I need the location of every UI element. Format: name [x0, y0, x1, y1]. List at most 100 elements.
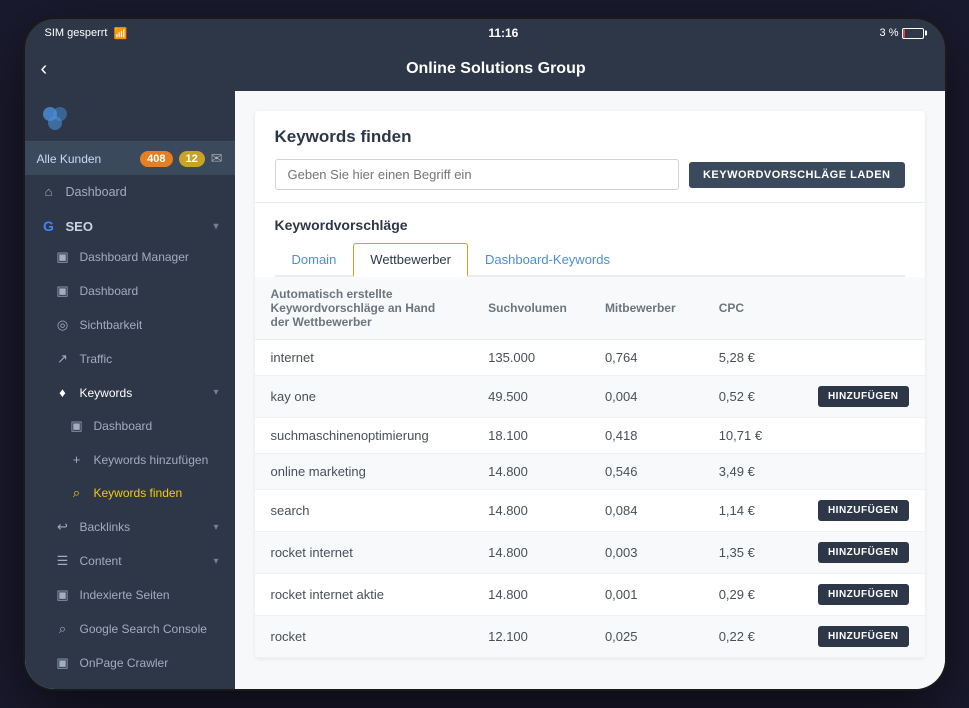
google-icon: G	[41, 218, 57, 234]
tab-wettbewerber[interactable]: Wettbewerber	[353, 243, 468, 277]
col-header-cpc: CPC	[703, 277, 802, 340]
cell-keyword: search	[255, 490, 473, 532]
cell-action: HINZUFÜGEN	[802, 532, 925, 574]
badge-yellow: 12	[179, 151, 205, 167]
tabs-row: Domain Wettbewerber Dashboard-Keywords	[275, 243, 905, 277]
cell-action: HINZUFÜGEN	[802, 616, 925, 658]
cell-cpc: 3,49 €	[703, 454, 802, 490]
content-chevron: ▾	[213, 556, 218, 567]
sidebar-item-backlinks[interactable]: ↩ Backlinks ▾	[25, 510, 235, 544]
cell-action: HINZUFÜGEN	[802, 574, 925, 616]
cell-competitor: 0,003	[589, 532, 703, 574]
add-keyword-button[interactable]: HINZUFÜGEN	[818, 584, 909, 605]
add-keyword-button[interactable]: HINZUFÜGEN	[818, 386, 909, 407]
search-row: KEYWORDVORSCHLÄGE LADEN	[275, 159, 905, 190]
tab-dashboard-keywords[interactable]: Dashboard-Keywords	[468, 243, 627, 277]
sidebar-item-keywords-find[interactable]: ⌕ Keywords finden	[25, 476, 235, 510]
home-icon: ⌂	[41, 184, 57, 199]
keywords-table: Automatisch erstellte Keywordvorschläge …	[255, 277, 925, 658]
nav-bar: ‹ Online Solutions Group	[25, 47, 945, 91]
wifi-icon: 📶	[113, 27, 127, 40]
add-keyword-button[interactable]: HINZUFÜGEN	[818, 626, 909, 647]
cell-volume: 14.800	[472, 490, 589, 532]
content-body: Keywords finden KEYWORDVORSCHLÄGE LADEN …	[235, 91, 945, 689]
cell-competitor: 0,084	[589, 490, 703, 532]
cell-competitor: 0,025	[589, 616, 703, 658]
add-keyword-button[interactable]: HINZUFÜGEN	[818, 500, 909, 521]
cell-keyword: rocket internet aktie	[255, 574, 473, 616]
sidebar-label-keywords: Keywords	[80, 386, 133, 400]
traffic-icon: ↗	[55, 351, 71, 367]
backlinks-icon: ↩	[55, 519, 71, 535]
table-wrapper: Automatisch erstellte Keywordvorschläge …	[255, 277, 925, 658]
sidebar-item-sichtbarkeit[interactable]: ◎ Sichtbarkeit	[25, 308, 235, 342]
onpage-icon: ▣	[55, 655, 71, 671]
sidebar-item-dashboard-manager[interactable]: ▣ Dashboard Manager	[25, 240, 235, 274]
sidebar-item-seo[interactable]: G SEO ▾	[25, 208, 235, 240]
cell-competitor: 0,546	[589, 454, 703, 490]
battery-fill	[903, 29, 905, 38]
keywords-icon: ♦	[55, 385, 71, 400]
carrier-text: SIM gesperrt	[45, 27, 108, 39]
battery-icon	[902, 28, 924, 39]
cell-action: HINZUFÜGEN	[802, 376, 925, 418]
sidebar-item-keywords-add[interactable]: + Keywords hinzufügen	[25, 443, 235, 476]
mail-icon[interactable]: ✉	[211, 150, 223, 167]
sidebar-label-dashboard-manager: Dashboard Manager	[80, 250, 189, 264]
back-button[interactable]: ‹	[41, 58, 48, 81]
cell-keyword: online marketing	[255, 454, 473, 490]
cell-cpc: 10,71 €	[703, 418, 802, 454]
sidebar-item-sea[interactable]: ◎ SEA	[25, 680, 235, 689]
all-clients-label[interactable]: Alle Kunden	[37, 152, 102, 166]
status-bar-left: SIM gesperrt 📶	[45, 27, 128, 40]
sichtbarkeit-icon: ◎	[55, 317, 71, 333]
load-suggestions-button[interactable]: KEYWORDVORSCHLÄGE LADEN	[689, 162, 905, 188]
card-title: Keywords finden	[275, 127, 905, 147]
sidebar-nav: ⌂ Dashboard G SEO ▾ ▣ Dashboard Manager …	[25, 175, 235, 689]
status-bar: SIM gesperrt 📶 11:16 3 %	[25, 19, 945, 47]
tab-domain[interactable]: Domain	[275, 243, 354, 277]
content-panel: Keywords finden KEYWORDVORSCHLÄGE LADEN …	[235, 91, 945, 689]
cell-cpc: 1,35 €	[703, 532, 802, 574]
col-header-competitor: Mitbewerber	[589, 277, 703, 340]
sidebar-item-indexierte-seiten[interactable]: ▣ Indexierte Seiten	[25, 578, 235, 612]
sidebar-label-onpage: OnPage Crawler	[80, 656, 169, 670]
cell-competitor: 0,764	[589, 340, 703, 376]
sidebar-label-sichtbarkeit: Sichtbarkeit	[80, 318, 143, 332]
sidebar-item-content[interactable]: ☰ Content ▾	[25, 544, 235, 578]
sidebar-badges: 408 12 ✉	[140, 150, 222, 167]
sidebar-label-indexierte: Indexierte Seiten	[80, 588, 170, 602]
sidebar-item-dashboard-sub[interactable]: ▣ Dashboard	[25, 274, 235, 308]
status-bar-right: 3 %	[880, 27, 925, 39]
sidebar-label-content: Content	[80, 554, 122, 568]
seo-chevron: ▾	[213, 221, 218, 232]
cell-action	[802, 340, 925, 376]
cell-volume: 135.000	[472, 340, 589, 376]
keyword-search-input[interactable]	[275, 159, 679, 190]
content-icon: ☰	[55, 553, 71, 569]
sidebar-item-traffic[interactable]: ↗ Traffic	[25, 342, 235, 376]
indexierte-icon: ▣	[55, 587, 71, 603]
add-keyword-button[interactable]: HINZUFÜGEN	[818, 542, 909, 563]
sidebar-item-keywords-dashboard[interactable]: ▣ Dashboard	[25, 409, 235, 443]
table-row: rocket internet aktie14.8000,0010,29 €HI…	[255, 574, 925, 616]
cell-action: HINZUFÜGEN	[802, 490, 925, 532]
sidebar-label-kw-add: Keywords hinzufügen	[94, 453, 209, 467]
sidebar-item-onpage-crawler[interactable]: ▣ OnPage Crawler	[25, 646, 235, 680]
table-row: online marketing14.8000,5463,49 €	[255, 454, 925, 490]
sidebar-item-keywords[interactable]: ♦ Keywords ▾	[25, 376, 235, 409]
cell-cpc: 5,28 €	[703, 340, 802, 376]
keywords-finden-card: Keywords finden KEYWORDVORSCHLÄGE LADEN …	[255, 111, 925, 658]
sidebar-logo-area	[25, 91, 235, 142]
table-row: rocket12.1000,0250,22 €HINZUFÜGEN	[255, 616, 925, 658]
section-label: Keywordvorschläge	[275, 217, 905, 233]
table-row: rocket internet14.8000,0031,35 €HINZUFÜG…	[255, 532, 925, 574]
cell-volume: 49.500	[472, 376, 589, 418]
cell-cpc: 0,22 €	[703, 616, 802, 658]
sidebar-label-kw-dashboard: Dashboard	[94, 419, 153, 433]
sidebar-item-dashboard[interactable]: ⌂ Dashboard	[25, 175, 235, 208]
cell-volume: 18.100	[472, 418, 589, 454]
sidebar-label-kw-find: Keywords finden	[94, 486, 183, 500]
sidebar-item-google-search-console[interactable]: ⌕ Google Search Console	[25, 612, 235, 646]
cell-keyword: rocket	[255, 616, 473, 658]
